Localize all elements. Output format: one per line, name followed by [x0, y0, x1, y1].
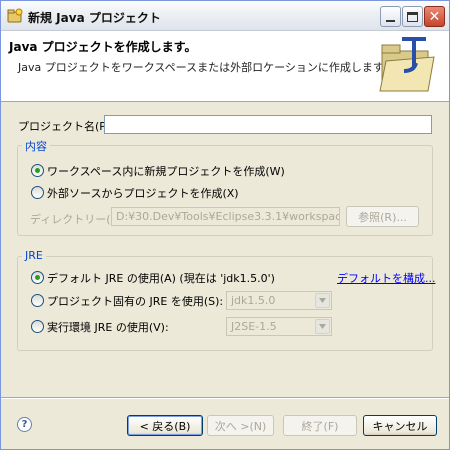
project-name-input[interactable]: [104, 115, 432, 134]
project-jre-dropdown[interactable]: jdk1.5.0: [226, 291, 332, 310]
browse-button[interactable]: 参照(R)...: [346, 206, 419, 227]
external-source-radio-label[interactable]: 外部ソースからプロジェクトを作成(X): [47, 185, 239, 201]
folder-icon: [379, 37, 435, 92]
minimize-button[interactable]: [380, 6, 401, 27]
close-button[interactable]: ✕: [424, 6, 445, 27]
execution-env-value: J2SE-1.5: [231, 320, 277, 333]
maximize-button[interactable]: [402, 6, 423, 27]
next-button[interactable]: 次へ >(N): [207, 415, 274, 436]
back-button[interactable]: < 戻る(B): [127, 415, 203, 436]
help-icon[interactable]: ?: [17, 417, 32, 432]
directory-input[interactable]: D:¥30.Dev¥Tools¥Eclipse3.3.1¥workspace: [111, 207, 340, 226]
finish-button[interactable]: 終了(F): [283, 415, 357, 436]
contents-group-legend: 内容: [22, 138, 50, 154]
execution-env-dropdown[interactable]: J2SE-1.5: [226, 317, 332, 336]
jre-group-legend: JRE: [22, 249, 46, 262]
execution-env-jre-radio-label[interactable]: 実行環境 JRE の使用(V):: [47, 319, 169, 335]
execution-env-jre-radio[interactable]: [31, 320, 44, 333]
wizard-banner: Java プロジェクトを作成します。 Java プロジェクトをワークスペースまた…: [1, 31, 449, 102]
maximize-icon: [407, 11, 418, 22]
banner-description: Java プロジェクトをワークスペースまたは外部ロケーションに作成します。: [18, 61, 394, 74]
java-project-icon: [7, 8, 23, 23]
project-name-label: プロジェクト名(P):: [18, 120, 114, 133]
workspace-radio-label[interactable]: ワークスペース内に新規プロジェクトを作成(W): [47, 163, 285, 179]
external-source-radio[interactable]: [31, 186, 44, 199]
banner-title: Java プロジェクトを作成します。: [9, 40, 197, 54]
project-jre-value: jdk1.5.0: [231, 294, 276, 307]
window-title: 新規 Java プロジェクト: [28, 11, 161, 25]
new-java-project-dialog: 新規 Java プロジェクト ✕ Java プロジェクトを作成します。 Java…: [0, 0, 450, 450]
default-jre-radio-label[interactable]: デフォルト JRE の使用(A) (現在は 'jdk1.5.0'): [47, 270, 275, 286]
project-specific-jre-radio-label[interactable]: プロジェクト固有の JRE を使用(S):: [47, 293, 223, 309]
minimize-icon: [386, 19, 395, 22]
default-jre-radio[interactable]: [31, 271, 44, 284]
title-bar[interactable]: 新規 Java プロジェクト ✕: [1, 1, 449, 31]
close-icon: ✕: [428, 8, 441, 25]
cancel-button[interactable]: キャンセル: [363, 415, 437, 436]
project-specific-jre-radio[interactable]: [31, 294, 44, 307]
chevron-down-icon[interactable]: [315, 319, 330, 334]
chevron-down-icon[interactable]: [315, 293, 330, 308]
footer-separator: [1, 397, 449, 399]
configure-defaults-link[interactable]: デフォルトを構成...: [337, 270, 436, 286]
workspace-radio[interactable]: [31, 164, 44, 177]
